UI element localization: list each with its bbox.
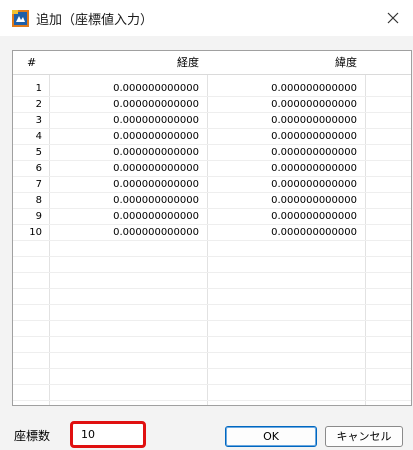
row-number: 6 (35, 163, 42, 174)
row-number: 3 (35, 115, 42, 126)
row-number: 10 (29, 227, 42, 238)
empty-row (13, 321, 411, 337)
table-row[interactable]: 2 0.000000000000 0.000000000000 (13, 97, 411, 113)
table-row[interactable]: 3 0.000000000000 0.000000000000 (13, 113, 411, 129)
empty-row (13, 369, 411, 385)
header-latitude[interactable]: 緯度 (209, 51, 361, 74)
latitude-cell[interactable]: 0.000000000000 (209, 129, 361, 145)
ok-button[interactable]: OK (225, 426, 317, 447)
table-row[interactable]: 4 0.000000000000 0.000000000000 (13, 129, 411, 145)
latitude-cell[interactable]: 0.000000000000 (209, 97, 361, 113)
add-coordinates-dialog: 追加（座標値入力） # 経度 緯度 1 0.000000000000 0.000… (0, 0, 413, 450)
latitude-cell[interactable]: 0.000000000000 (209, 113, 361, 129)
table-row[interactable]: 9 0.000000000000 0.000000000000 (13, 209, 411, 225)
empty-row (13, 289, 411, 305)
empty-row (13, 385, 411, 401)
empty-row (13, 241, 411, 257)
title-bar: 追加（座標値入力） (0, 0, 413, 36)
coordinate-count-label: 座標数 (14, 429, 51, 443)
latitude-cell[interactable]: 0.000000000000 (209, 161, 361, 177)
table-row[interactable]: 1 0.000000000000 0.000000000000 (13, 81, 411, 97)
empty-row (13, 273, 411, 289)
window-title: 追加（座標値入力） (36, 13, 154, 28)
row-number: 7 (35, 179, 42, 190)
longitude-cell[interactable]: 0.000000000000 (51, 209, 203, 225)
latitude-cell[interactable]: 0.000000000000 (209, 193, 361, 209)
empty-row (13, 305, 411, 321)
longitude-cell[interactable]: 0.000000000000 (51, 81, 203, 97)
row-number: 8 (35, 195, 42, 206)
longitude-cell[interactable]: 0.000000000000 (51, 129, 203, 145)
table-row[interactable]: 8 0.000000000000 0.000000000000 (13, 193, 411, 209)
row-number: 4 (35, 131, 42, 142)
latitude-cell[interactable]: 0.000000000000 (209, 145, 361, 161)
latitude-cell[interactable]: 0.000000000000 (209, 177, 361, 193)
table-row[interactable]: 5 0.000000000000 0.000000000000 (13, 145, 411, 161)
table-row[interactable]: 7 0.000000000000 0.000000000000 (13, 177, 411, 193)
map-app-icon (12, 10, 29, 27)
table-row[interactable]: 6 0.000000000000 0.000000000000 (13, 161, 411, 177)
row-number: 5 (35, 147, 42, 158)
header-number[interactable]: # (27, 51, 36, 74)
row-number: 1 (35, 83, 42, 94)
coordinate-grid[interactable]: # 経度 緯度 1 0.000000000000 0.000000000000 … (12, 50, 412, 406)
longitude-cell[interactable]: 0.000000000000 (51, 161, 203, 177)
latitude-cell[interactable]: 0.000000000000 (209, 225, 361, 241)
close-icon (387, 12, 399, 24)
longitude-cell[interactable]: 0.000000000000 (51, 113, 203, 129)
longitude-cell[interactable]: 0.000000000000 (51, 145, 203, 161)
longitude-cell[interactable]: 0.000000000000 (51, 225, 203, 241)
longitude-cell[interactable]: 0.000000000000 (51, 193, 203, 209)
empty-row (13, 257, 411, 273)
header-longitude[interactable]: 経度 (51, 51, 203, 74)
coordinate-count-input[interactable]: 10 (70, 421, 146, 448)
latitude-cell[interactable]: 0.000000000000 (209, 81, 361, 97)
empty-row (13, 337, 411, 353)
empty-row (13, 353, 411, 369)
table-row[interactable]: 10 0.000000000000 0.000000000000 (13, 225, 411, 241)
longitude-cell[interactable]: 0.000000000000 (51, 177, 203, 193)
close-button[interactable] (373, 0, 413, 36)
cancel-button[interactable]: キャンセル (325, 426, 403, 447)
row-number: 9 (35, 211, 42, 222)
longitude-cell[interactable]: 0.000000000000 (51, 97, 203, 113)
latitude-cell[interactable]: 0.000000000000 (209, 209, 361, 225)
grid-header: # 経度 緯度 (13, 51, 411, 75)
row-number: 2 (35, 99, 42, 110)
